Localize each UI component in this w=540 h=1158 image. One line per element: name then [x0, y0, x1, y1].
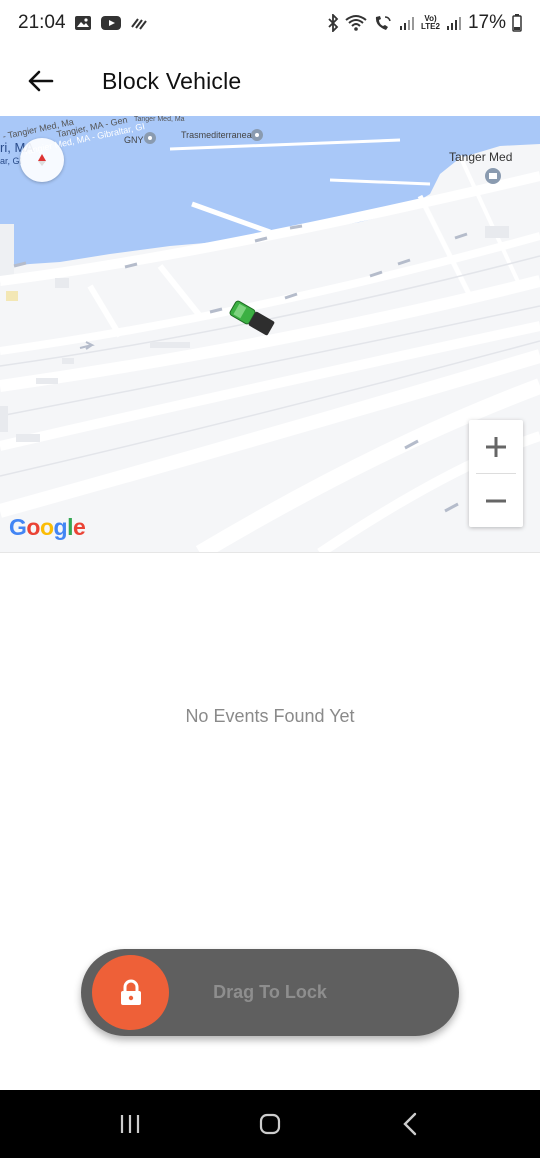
battery-percent: 17%	[467, 12, 506, 33]
poi-label-gny[interactable]: GNY	[124, 135, 144, 145]
recents-icon	[120, 1115, 140, 1133]
arrow-back-icon	[28, 70, 54, 92]
poi-label-trasmediterranea[interactable]: Trasmediterranea	[181, 130, 252, 140]
empty-state-text: No Events Found Yet	[185, 706, 355, 726]
back-button[interactable]	[10, 51, 70, 111]
drag-to-lock-slider[interactable]: Drag To Lock	[81, 949, 459, 1036]
road-label: Tanger Med, Ma	[134, 116, 185, 123]
status-left: 21:04	[18, 12, 148, 34]
map-view[interactable]: - Tangier Med, Ma Tangier, MA - Gen Tang…	[0, 116, 540, 553]
volte-icon: Vo) LTE2	[421, 15, 440, 31]
battery-icon	[512, 14, 522, 32]
poi-label-tanger-med[interactable]: Tanger Med	[449, 150, 512, 164]
zoom-in-button[interactable]	[469, 420, 523, 473]
status-right: Vo) LTE2 17%	[327, 12, 522, 34]
compass-button[interactable]	[20, 138, 64, 182]
status-time: 21:04	[18, 12, 66, 33]
bluetooth-icon	[327, 14, 339, 32]
signal-icon	[446, 15, 462, 31]
lock-icon	[120, 979, 141, 1005]
home-icon	[259, 1113, 281, 1135]
zoom-out-button[interactable]	[469, 474, 523, 527]
status-bar: 21:04 Vo) LTE2 17%	[0, 0, 540, 46]
back-icon	[403, 1112, 417, 1136]
youtube-icon	[100, 15, 122, 31]
plus-icon	[486, 436, 506, 457]
nav-back-button[interactable]	[380, 1094, 440, 1154]
page-title: Block Vehicle	[102, 67, 242, 94]
home-button[interactable]	[240, 1094, 300, 1154]
slider-knob[interactable]	[92, 955, 169, 1030]
system-nav-bar	[0, 1090, 540, 1158]
wifi-call-icon	[373, 14, 393, 32]
gallery-icon	[74, 15, 92, 31]
road-label: ar, GI	[0, 156, 23, 166]
wifi-icon	[345, 14, 367, 32]
truck-icon	[229, 300, 275, 336]
compass-icon	[38, 154, 46, 166]
vehicle-marker[interactable]	[226, 298, 278, 338]
recents-button[interactable]	[100, 1094, 160, 1154]
volte-bottom: LTE2	[421, 22, 440, 31]
data-saver-icon	[130, 15, 148, 31]
zoom-controls	[469, 420, 523, 527]
app-bar: Block Vehicle	[0, 46, 540, 116]
signal-icon	[399, 15, 415, 31]
google-logo: Google	[9, 514, 86, 540]
minus-icon	[486, 499, 506, 502]
